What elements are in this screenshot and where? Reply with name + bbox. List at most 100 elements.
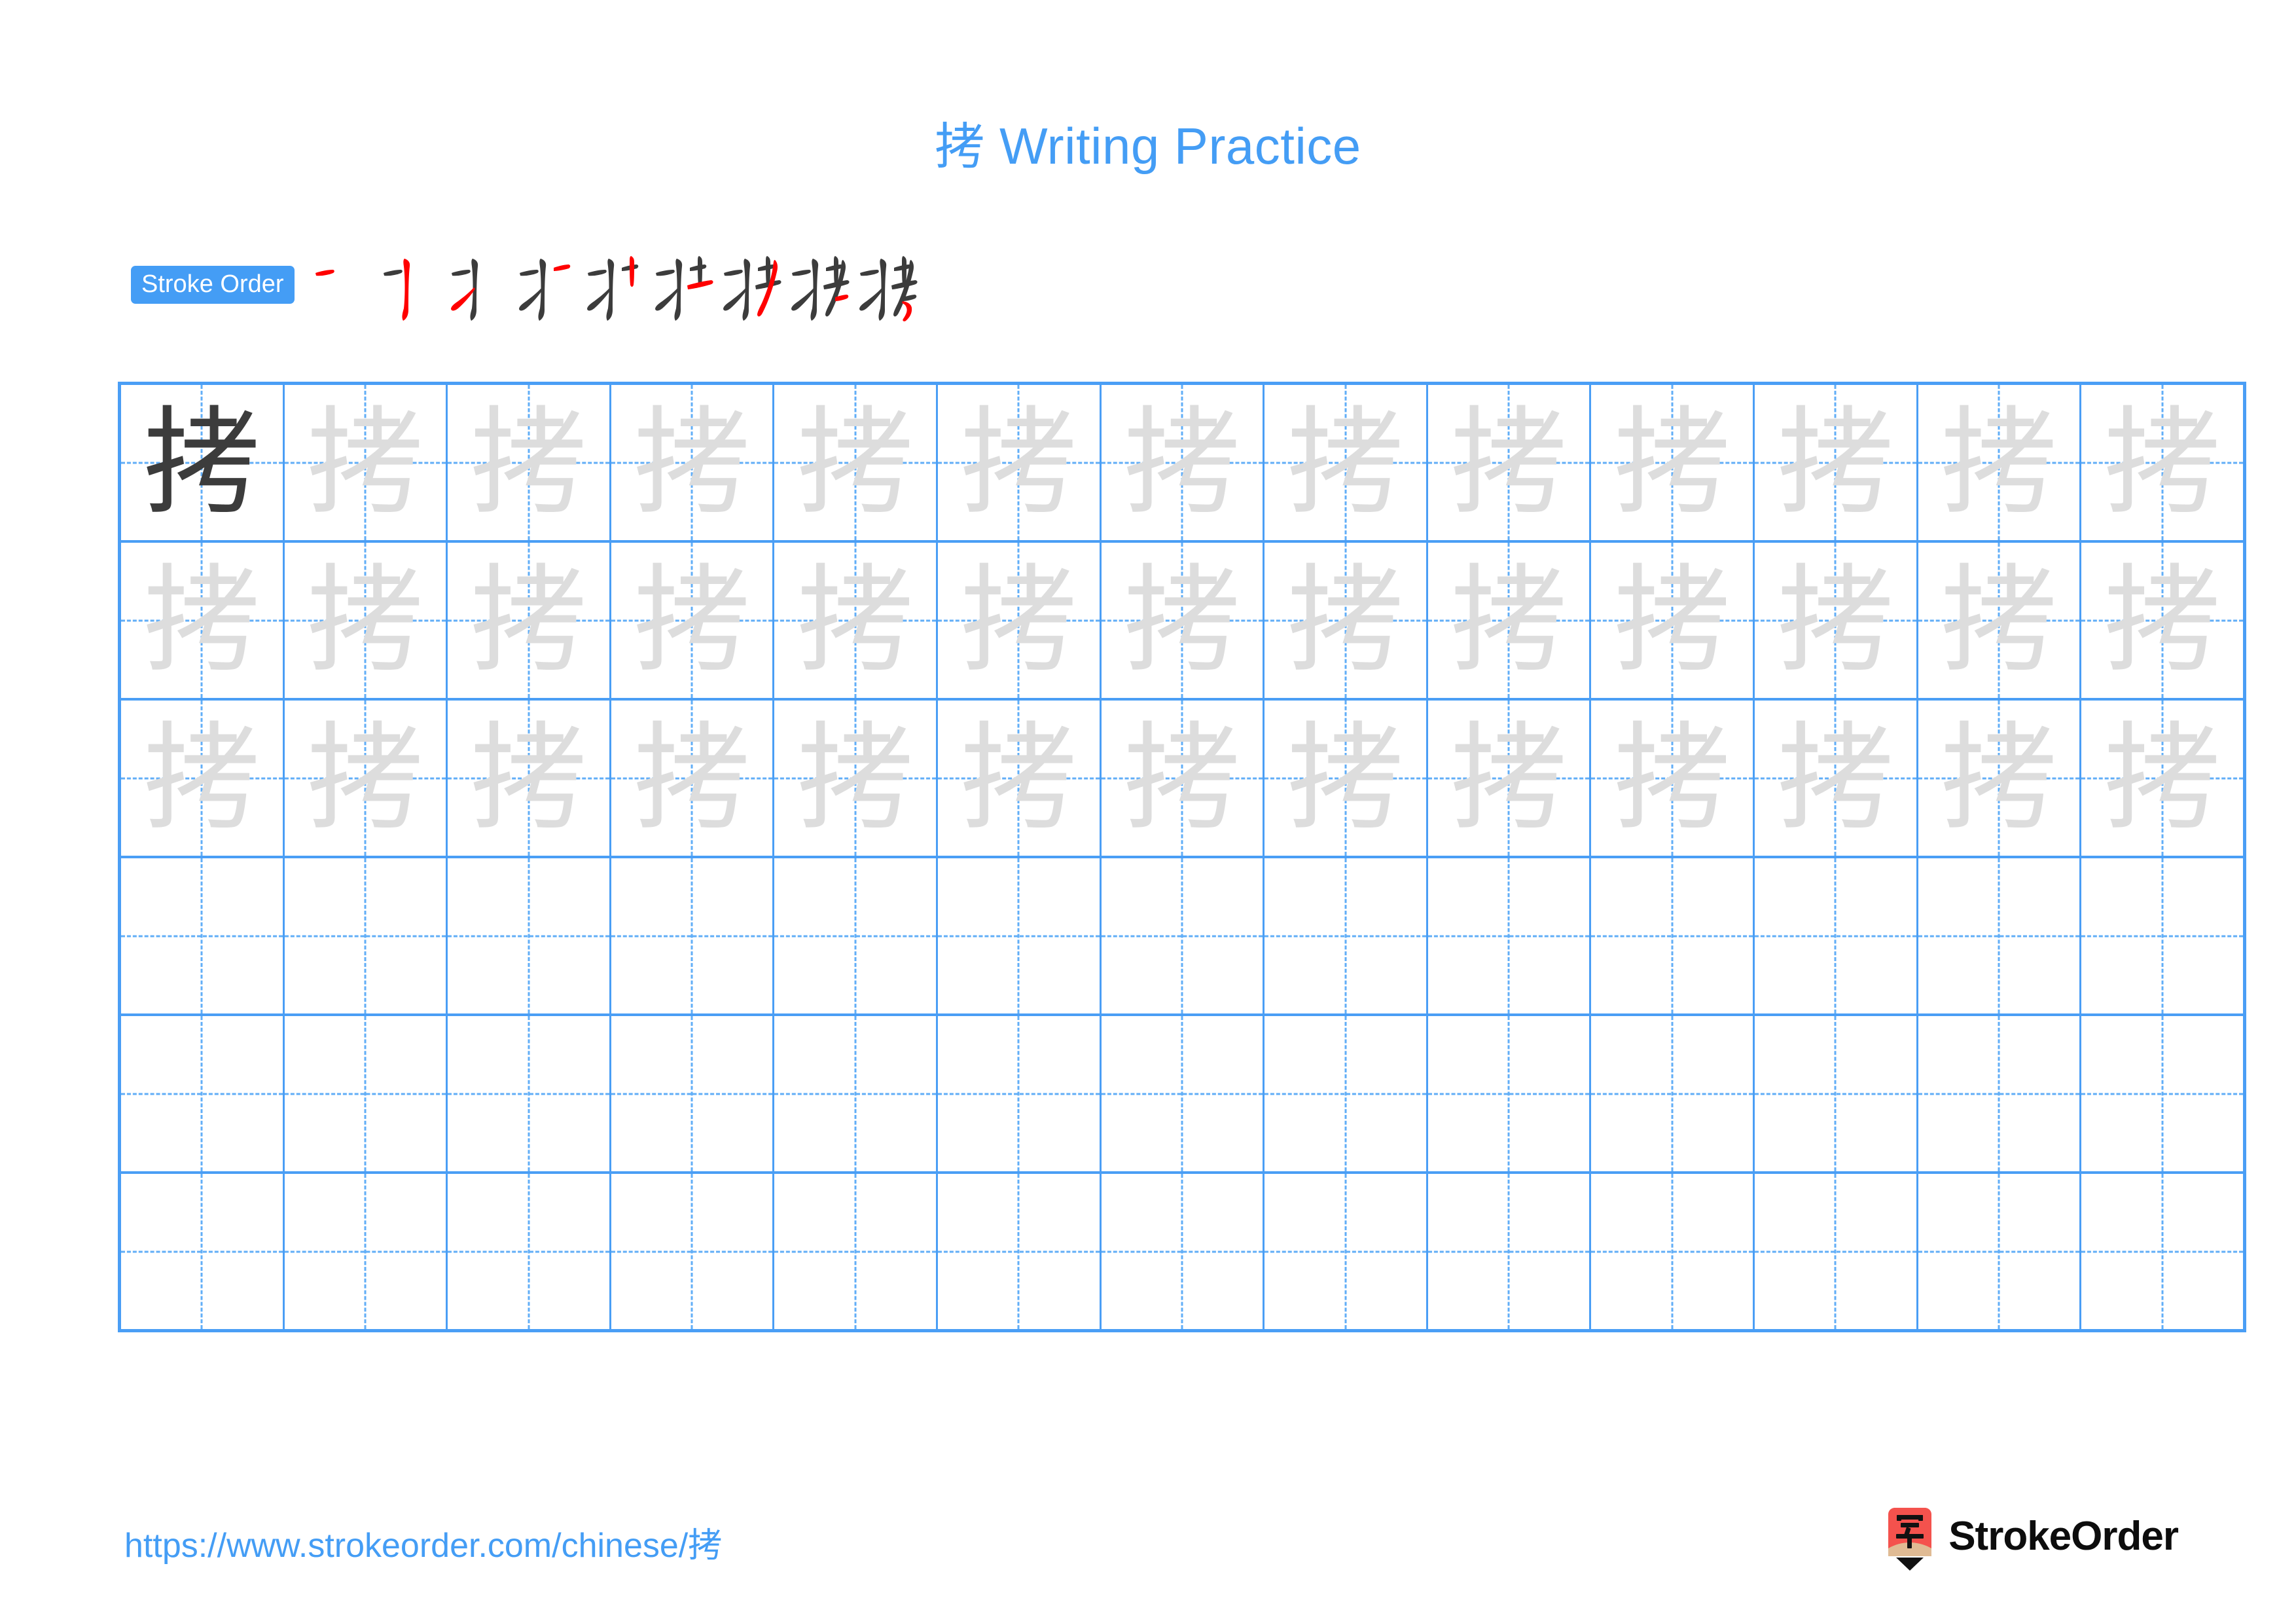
practice-cell[interactable]: 拷 [448, 543, 611, 698]
stroke-step-8 [783, 249, 851, 323]
practice-cell[interactable]: 拷 [1265, 385, 1428, 540]
practice-cell[interactable] [285, 1016, 448, 1171]
practice-cell[interactable]: 拷 [1102, 701, 1265, 856]
practice-cell[interactable] [1102, 1174, 1265, 1329]
practice-cell[interactable] [121, 1016, 285, 1171]
practice-cell[interactable]: 拷 [1265, 701, 1428, 856]
practice-cell[interactable]: 拷 [1755, 543, 1918, 698]
practice-cell[interactable]: 拷 [611, 543, 775, 698]
practice-cell[interactable] [1918, 1174, 2082, 1329]
trace-character: 拷 [470, 552, 587, 688]
page-title: 拷 Writing Practice [0, 106, 2296, 178]
trace-character: 拷 [1613, 394, 1731, 530]
practice-cell[interactable] [1265, 1174, 1428, 1329]
practice-cell[interactable]: 拷 [285, 385, 448, 540]
practice-cell[interactable] [448, 1016, 611, 1171]
practice-cell[interactable] [611, 1174, 775, 1329]
practice-cell[interactable] [611, 1016, 775, 1171]
practice-cell[interactable] [1428, 1016, 1592, 1171]
practice-cell[interactable]: 拷 [1428, 701, 1592, 856]
stroke-step-7 [715, 249, 783, 323]
practice-cell[interactable] [1755, 858, 1918, 1013]
practice-cell[interactable]: 拷 [1591, 701, 1755, 856]
practice-cell[interactable]: 拷 [121, 543, 285, 698]
stroke-step-6-icon [655, 256, 713, 321]
practice-cell[interactable]: 拷 [1755, 701, 1918, 856]
practice-cell[interactable]: 拷 [1918, 701, 2082, 856]
practice-cell[interactable] [121, 858, 285, 1013]
trace-character: 拷 [960, 552, 1077, 688]
practice-cell[interactable] [1591, 858, 1755, 1013]
practice-cell[interactable]: 拷 [774, 701, 939, 856]
practice-cell[interactable] [774, 858, 939, 1013]
trace-character: 拷 [960, 710, 1077, 846]
practice-cell[interactable]: 拷 [938, 385, 1102, 540]
practice-cell[interactable] [938, 858, 1102, 1013]
practice-cell[interactable]: 拷 [448, 701, 611, 856]
practice-cell[interactable] [1428, 1174, 1592, 1329]
practice-cell[interactable] [448, 858, 611, 1013]
stroke-step-9 [851, 249, 919, 323]
practice-cell[interactable]: 拷 [285, 543, 448, 698]
practice-cell[interactable]: 拷 [1591, 385, 1755, 540]
practice-cell[interactable] [2081, 1174, 2243, 1329]
practice-cell[interactable]: 拷 [2081, 385, 2243, 540]
model-character: 拷 [143, 394, 260, 530]
trace-character: 拷 [1941, 394, 2057, 530]
practice-cell[interactable] [1428, 858, 1592, 1013]
practice-cell[interactable] [1102, 1016, 1265, 1171]
practice-cell[interactable]: 拷 [2081, 701, 2243, 856]
practice-cell[interactable]: 拷 [1591, 543, 1755, 698]
stroke-step-1 [306, 249, 374, 323]
practice-cell[interactable]: 拷 [1755, 385, 1918, 540]
practice-cell[interactable] [774, 1174, 939, 1329]
practice-cell[interactable]: 拷 [2081, 543, 2243, 698]
practice-cell[interactable]: 拷 [1428, 385, 1592, 540]
practice-cell[interactable]: 拷 [285, 701, 448, 856]
practice-cell[interactable] [1755, 1174, 1918, 1329]
practice-cell[interactable]: 拷 [938, 543, 1102, 698]
practice-cell[interactable] [2081, 858, 2243, 1013]
practice-cell[interactable]: 拷 [1102, 385, 1265, 540]
practice-cell[interactable] [1591, 1016, 1755, 1171]
trace-character: 拷 [960, 394, 1077, 530]
practice-cell[interactable]: 拷 [611, 701, 775, 856]
practice-cell[interactable] [774, 1016, 939, 1171]
practice-cell[interactable] [938, 1174, 1102, 1329]
trace-character: 拷 [143, 710, 260, 846]
practice-cell[interactable] [938, 1016, 1102, 1171]
stroke-step-6 [647, 249, 715, 323]
practice-cell[interactable]: 拷 [1102, 543, 1265, 698]
practice-cell[interactable] [1918, 1016, 2082, 1171]
practice-cell[interactable] [1918, 858, 2082, 1013]
practice-cell[interactable]: 拷 [1918, 385, 2082, 540]
practice-cell[interactable] [285, 858, 448, 1013]
practice-cell[interactable] [448, 1174, 611, 1329]
practice-cell[interactable]: 拷 [1918, 543, 2082, 698]
practice-cell[interactable]: 拷 [774, 543, 939, 698]
practice-cell[interactable] [2081, 1016, 2243, 1171]
practice-cell[interactable] [611, 858, 775, 1013]
practice-cell[interactable] [1265, 1016, 1428, 1171]
trace-character: 拷 [634, 394, 751, 530]
practice-cell[interactable] [1102, 858, 1265, 1013]
practice-cell[interactable] [1265, 858, 1428, 1013]
practice-cell[interactable]: 拷 [1265, 543, 1428, 698]
trace-character: 拷 [143, 552, 260, 688]
footer-url[interactable]: https://www.strokeorder.com/chinese/拷 [124, 1518, 722, 1567]
practice-cell[interactable]: 拷 [121, 701, 285, 856]
practice-cell[interactable] [1755, 1016, 1918, 1171]
practice-cell[interactable]: 拷 [938, 701, 1102, 856]
practice-cell[interactable] [1591, 1174, 1755, 1329]
trace-character: 拷 [634, 552, 751, 688]
practice-cell[interactable] [121, 1174, 285, 1329]
trace-character: 拷 [1941, 710, 2057, 846]
trace-character: 拷 [1777, 710, 1894, 846]
practice-cell[interactable] [285, 1174, 448, 1329]
practice-cell[interactable]: 拷 [448, 385, 611, 540]
practice-cell[interactable]: 拷 [1428, 543, 1592, 698]
practice-cell[interactable]: 拷 [611, 385, 775, 540]
trace-character: 拷 [2104, 394, 2221, 530]
practice-cell[interactable]: 拷 [121, 385, 285, 540]
practice-cell[interactable]: 拷 [774, 385, 939, 540]
